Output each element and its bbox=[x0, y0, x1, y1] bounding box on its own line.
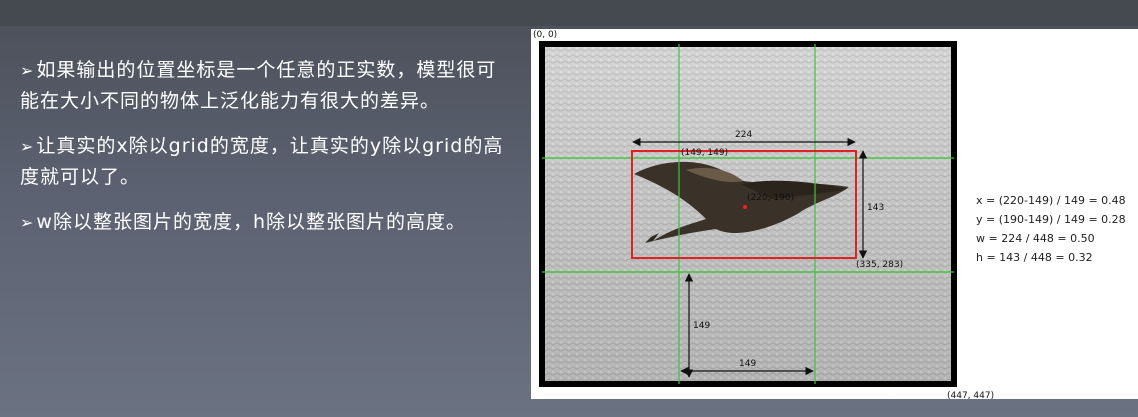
grid-height-label: 149 bbox=[693, 321, 710, 331]
bullet-item: ➢ w除以整张图片的宽度，h除以整张图片的高度。 bbox=[20, 207, 510, 238]
height-label: 143 bbox=[867, 203, 884, 213]
formula-x: x = (220-149) / 149 = 0.48 bbox=[976, 194, 1126, 207]
formula-w: w = 224 / 448 = 0.50 bbox=[976, 232, 1095, 245]
bullet-text: w除以整张图片的宽度，h除以整张图片的高度。 bbox=[36, 211, 466, 233]
arrow-bullet-icon: ➢ bbox=[20, 61, 35, 80]
width-label: 224 bbox=[735, 130, 752, 140]
bullet-text: 如果输出的位置坐标是一个任意的正实数，模型很可能在大小不同的物体上泛化能力有很大… bbox=[20, 59, 497, 112]
top-left-label: (149, 149) bbox=[681, 148, 728, 158]
grid-width-label: 149 bbox=[739, 359, 756, 369]
center-label: (220, 190) bbox=[747, 193, 794, 203]
formula-h: h = 143 / 448 = 0.32 bbox=[976, 251, 1093, 264]
origin-label: (0, 0) bbox=[533, 30, 557, 40]
title-band bbox=[0, 0, 1138, 26]
formula-list: x = (220-149) / 149 = 0.48 y = (190-149)… bbox=[976, 191, 1126, 267]
bottom-right-label: (335, 283) bbox=[856, 260, 903, 270]
bullet-item: ➢ 让真实的x除以grid的宽度，让真实的y除以grid的高度就可以了。 bbox=[20, 131, 510, 193]
bbox-encoding-figure: (0, 0) (447, 447) (149, 149) (220, 190) … bbox=[531, 29, 1138, 399]
arrow-bullet-icon: ➢ bbox=[20, 213, 35, 232]
center-point bbox=[743, 205, 747, 209]
arrow-bullet-icon: ➢ bbox=[20, 137, 35, 156]
bullet-list: ➢ 如果输出的位置坐标是一个任意的正实数，模型很可能在大小不同的物体上泛化能力有很… bbox=[20, 55, 510, 252]
corner-label: (447, 447) bbox=[947, 391, 994, 399]
bullet-item: ➢ 如果输出的位置坐标是一个任意的正实数，模型很可能在大小不同的物体上泛化能力有很… bbox=[20, 55, 510, 117]
bullet-text: 让真实的x除以grid的宽度，让真实的y除以grid的高度就可以了。 bbox=[20, 135, 504, 188]
formula-y: y = (190-149) / 149 = 0.28 bbox=[976, 213, 1126, 226]
